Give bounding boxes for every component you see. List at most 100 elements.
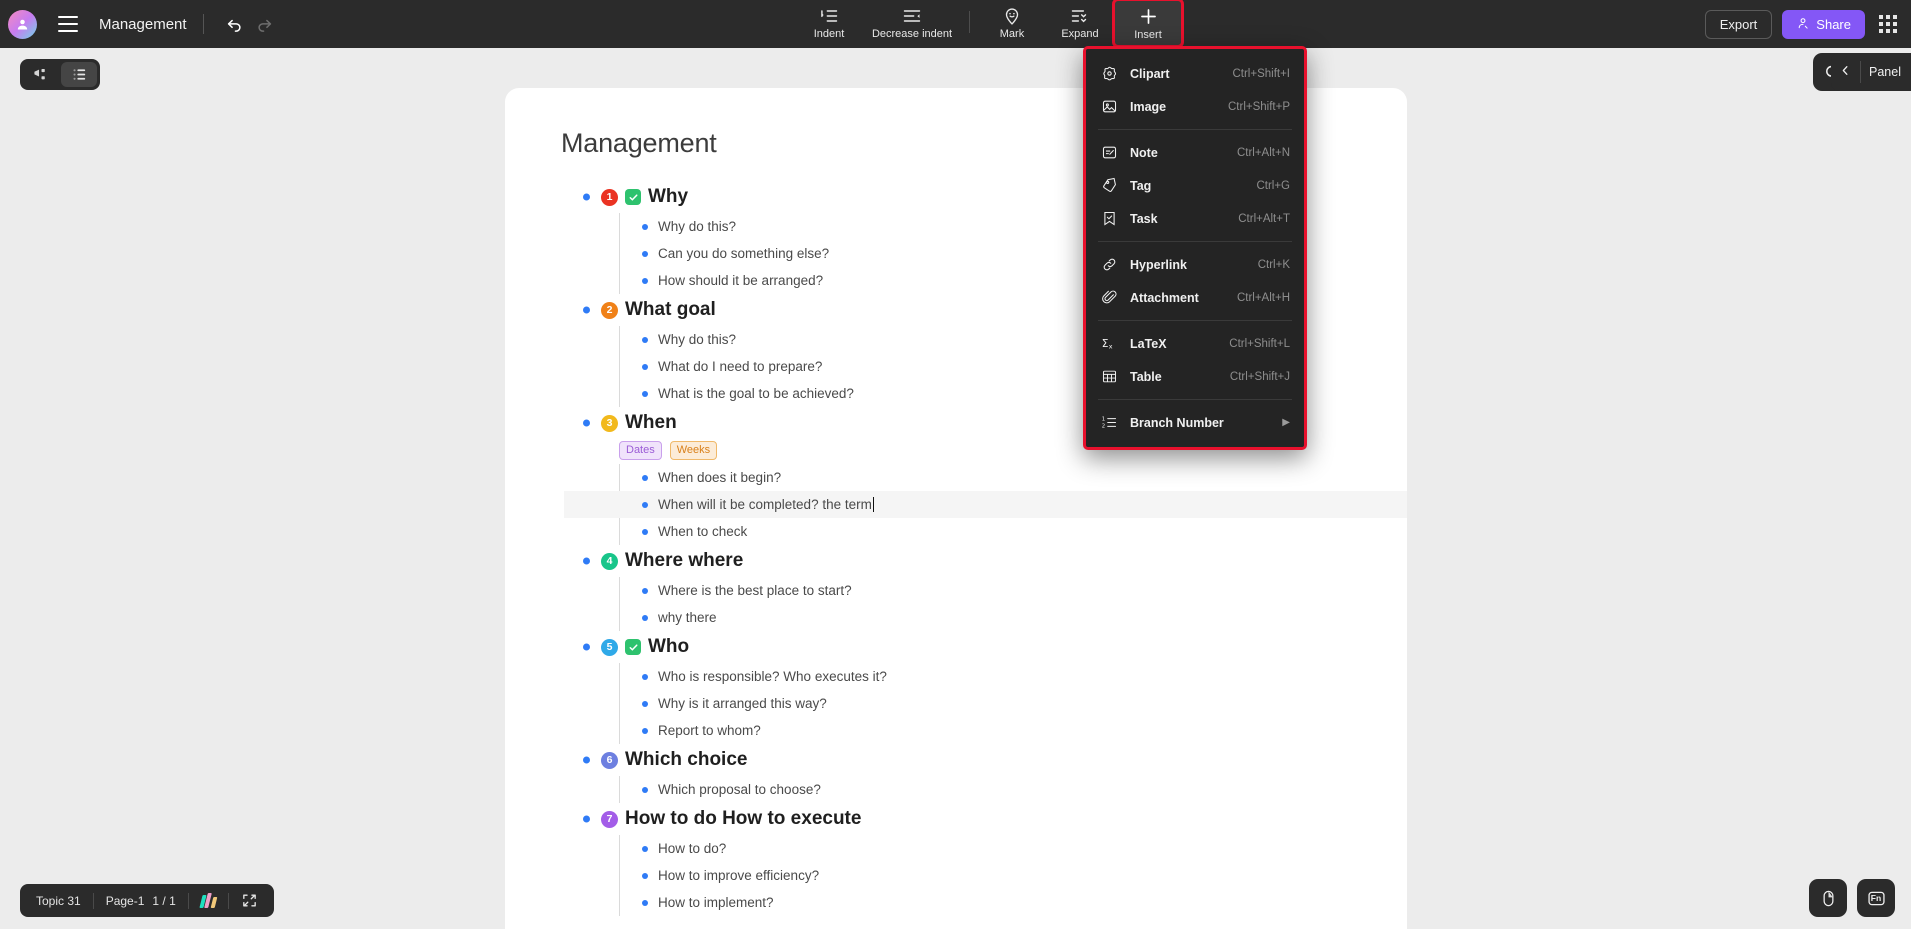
menu-item-clipart[interactable]: Clipart Ctrl+Shift+I bbox=[1086, 57, 1304, 90]
task-checked-icon[interactable] bbox=[625, 639, 641, 655]
menu-item-label: Tag bbox=[1130, 178, 1152, 193]
tag-chip[interactable]: Dates bbox=[619, 441, 662, 460]
outline-node-header[interactable]: 6 Which choice bbox=[583, 744, 1351, 776]
outline-leaf[interactable]: When to check bbox=[642, 518, 1351, 545]
bullet-icon bbox=[642, 899, 648, 906]
outline-node: 5 Who Who is responsible? Who executes it?… bbox=[561, 631, 1351, 744]
bullet-icon bbox=[583, 643, 590, 651]
menu-separator bbox=[1098, 399, 1292, 400]
tag-chip[interactable]: Weeks bbox=[669, 441, 718, 460]
bullet-icon bbox=[583, 557, 590, 565]
bullet-icon bbox=[583, 419, 590, 427]
menu-item-tag[interactable]: Tag Ctrl+G bbox=[1086, 169, 1304, 202]
menu-item-latex[interactable]: Σx LaTeX Ctrl+Shift+L bbox=[1086, 327, 1304, 360]
outline-children: Where is the best place to start? why the… bbox=[619, 577, 1351, 631]
sigma-icon: Σx bbox=[1100, 335, 1118, 353]
node-title: What goal bbox=[625, 299, 716, 320]
insert-button[interactable]: Insert bbox=[1112, 0, 1184, 48]
mouse-icon[interactable] bbox=[1809, 879, 1847, 917]
chevron-left-icon[interactable] bbox=[1839, 64, 1852, 80]
outline-view-icon[interactable] bbox=[61, 62, 97, 87]
menu-separator bbox=[1098, 129, 1292, 130]
share-button[interactable]: Share bbox=[1782, 9, 1865, 39]
menu-item-attachment[interactable]: Attachment Ctrl+Alt+H bbox=[1086, 281, 1304, 314]
insert-dropdown-menu: Clipart Ctrl+Shift+I Image Ctrl+Shift+P Note… bbox=[1083, 46, 1307, 450]
mindmap-view-icon[interactable] bbox=[23, 62, 59, 87]
leaf-text: Report to whom? bbox=[658, 723, 761, 738]
menu-item-image[interactable]: Image Ctrl+Shift+P bbox=[1086, 90, 1304, 123]
menu-item-branch-number[interactable]: 1 2 Branch Number ▶ bbox=[1086, 406, 1304, 439]
bullet-icon bbox=[642, 250, 648, 257]
outline-leaf[interactable]: Why is it arranged this way? bbox=[642, 690, 1351, 717]
panel-tab[interactable]: Panel bbox=[1831, 53, 1911, 91]
menu-separator bbox=[1098, 320, 1292, 321]
outline-leaf[interactable]: why there bbox=[642, 604, 1351, 631]
menu-item-note[interactable]: Note Ctrl+Alt+N bbox=[1086, 136, 1304, 169]
fullscreen-icon[interactable] bbox=[229, 892, 270, 909]
outline-leaf[interactable]: When does it begin? bbox=[642, 464, 1351, 491]
menu-item-label: Branch Number bbox=[1130, 415, 1224, 430]
brand-logo-icon[interactable] bbox=[189, 893, 228, 908]
indent-button[interactable]: Indent bbox=[795, 0, 863, 46]
bullet-icon bbox=[642, 336, 648, 343]
outline-node-header[interactable]: 4 Where where bbox=[583, 545, 1351, 577]
outline-leaf[interactable]: Who is responsible? Who executes it? bbox=[642, 663, 1351, 690]
expand-button[interactable]: Expand bbox=[1046, 0, 1114, 46]
leaf-text: Why is it arranged this way? bbox=[658, 696, 827, 711]
outline-leaf[interactable]: Which proposal to choose? bbox=[642, 776, 1351, 803]
outline-leaf[interactable]: How to implement? bbox=[642, 889, 1351, 916]
menu-item-task[interactable]: Task Ctrl+Alt+T bbox=[1086, 202, 1304, 235]
outline-leaf[interactable]: When will it be completed? the term bbox=[564, 491, 1407, 518]
menu-item-hyperlink[interactable]: Hyperlink Ctrl+K bbox=[1086, 248, 1304, 281]
page-indicator[interactable]: Page-1 1 / 1 bbox=[94, 894, 188, 908]
bullet-icon bbox=[583, 193, 590, 201]
leaf-text: When does it begin? bbox=[658, 470, 782, 485]
insert-label: Insert bbox=[1134, 28, 1162, 41]
bullet-icon bbox=[583, 756, 590, 764]
redo-icon[interactable] bbox=[250, 9, 280, 39]
leaf-text: How to implement? bbox=[658, 895, 774, 910]
bullet-icon bbox=[642, 614, 648, 621]
outline-leaf[interactable]: Where is the best place to start? bbox=[642, 577, 1351, 604]
outline-node: 7 How to do How to execute How to do? How t… bbox=[561, 803, 1351, 916]
page-number: 1 / 1 bbox=[152, 893, 176, 908]
outline-leaf[interactable]: How to do? bbox=[642, 835, 1351, 862]
node-number-badge: 1 bbox=[601, 188, 618, 206]
node-number-badge: 6 bbox=[601, 751, 618, 769]
outline-node-header[interactable]: 5 Who bbox=[583, 631, 1351, 663]
apps-grid-icon[interactable] bbox=[1875, 11, 1901, 37]
clipart-icon bbox=[1100, 65, 1118, 83]
user-avatar-icon[interactable] bbox=[8, 9, 37, 39]
mark-button[interactable]: Mark bbox=[978, 0, 1046, 46]
menu-item-shortcut: Ctrl+Alt+H bbox=[1236, 291, 1290, 304]
leaf-text: Why do this? bbox=[658, 219, 737, 234]
node-number-badge: 2 bbox=[601, 301, 618, 319]
menu-separator bbox=[1098, 241, 1292, 242]
menu-item-shortcut: Ctrl+Shift+L bbox=[1229, 337, 1290, 350]
hamburger-menu-icon[interactable] bbox=[51, 7, 85, 41]
bullet-icon bbox=[642, 786, 648, 793]
node-title: Where where bbox=[625, 550, 744, 571]
outline-node-header[interactable]: 7 How to do How to execute bbox=[583, 803, 1351, 835]
undo-icon[interactable] bbox=[220, 9, 250, 39]
outline-leaf[interactable]: How to improve efficiency? bbox=[642, 862, 1351, 889]
outline-leaf[interactable]: Report to whom? bbox=[642, 717, 1351, 744]
bullet-icon bbox=[642, 872, 648, 879]
decrease-indent-button[interactable]: Decrease indent bbox=[863, 0, 961, 46]
bullet-icon bbox=[642, 363, 648, 370]
outline-children: When does it begin? When will it be compl… bbox=[564, 464, 1407, 545]
leaf-text: How should it be arranged? bbox=[658, 273, 824, 288]
mark-label: Mark bbox=[999, 28, 1025, 40]
task-checked-icon[interactable] bbox=[625, 189, 641, 205]
menu-item-table[interactable]: Table Ctrl+Shift+J bbox=[1086, 360, 1304, 393]
bullet-icon bbox=[642, 390, 648, 397]
export-button[interactable]: Export bbox=[1704, 9, 1773, 39]
fn-key-icon[interactable]: Fn bbox=[1857, 879, 1895, 917]
outline-children: Which proposal to choose? bbox=[619, 776, 1351, 803]
bullet-icon bbox=[642, 501, 648, 508]
panel-divider bbox=[1860, 61, 1862, 83]
topic-count[interactable]: Topic 31 bbox=[24, 894, 93, 908]
paperclip-icon bbox=[1100, 289, 1118, 307]
tag-icon bbox=[1100, 177, 1118, 195]
leaf-text: Why do this? bbox=[658, 332, 737, 347]
